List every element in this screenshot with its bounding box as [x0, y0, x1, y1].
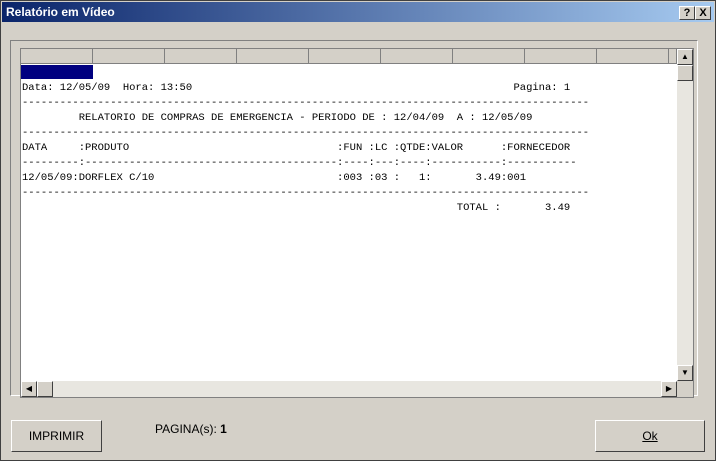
column-header-cell: [453, 49, 525, 64]
title-bar[interactable]: Relatório em Vídeo ? X: [2, 2, 714, 22]
column-header-cell: [237, 49, 309, 64]
selection-highlight: [21, 65, 93, 79]
horizontal-scroll-thumb[interactable]: [37, 381, 53, 397]
pages-label: PAGINA(s):: [155, 422, 217, 436]
report-line-separator: ----------------------------------------…: [22, 127, 590, 139]
ok-button[interactable]: Ok: [595, 420, 705, 452]
report-viewer[interactable]: Data: 12/05/09 Hora: 13:50 Pagina: 1 ---…: [20, 48, 694, 398]
column-header-cell: [597, 49, 669, 64]
column-header-cell: [93, 49, 165, 64]
column-header-cell: [165, 49, 237, 64]
help-button[interactable]: ?: [679, 6, 695, 20]
report-line-columns: DATA :PRODUTO :FUN :LC :QTDE:VALOR :FORN…: [22, 142, 571, 154]
report-line-separator: ---------:------------------------------…: [22, 157, 577, 169]
scroll-up-icon[interactable]: ▲: [677, 49, 693, 65]
scroll-down-icon[interactable]: ▼: [677, 365, 693, 381]
column-header-strip: [21, 49, 677, 65]
vertical-scrollbar[interactable]: ▲ ▼: [677, 49, 693, 381]
report-line-header: Data: 12/05/09 Hora: 13:50 Pagina: 1: [22, 82, 571, 94]
report-line-title: RELATORIO DE COMPRAS DE EMERGENCIA - PER…: [22, 112, 533, 124]
scroll-left-icon[interactable]: ◀: [21, 381, 37, 397]
report-line-separator: ----------------------------------------…: [22, 97, 590, 109]
close-button[interactable]: X: [695, 6, 711, 20]
vertical-scroll-thumb[interactable]: [677, 65, 693, 81]
column-header-cell: [669, 49, 677, 64]
column-header-cell: [309, 49, 381, 64]
scrollbar-corner: [677, 381, 693, 397]
report-line-total: TOTAL : 3.49: [22, 202, 571, 214]
pages-indicator: PAGINA(s): 1: [155, 422, 227, 436]
window-title: Relatório em Vídeo: [6, 5, 115, 19]
scroll-right-icon[interactable]: ▶: [661, 381, 677, 397]
report-line-separator: ----------------------------------------…: [22, 187, 590, 199]
column-header-cell: [21, 49, 93, 64]
column-header-cell: [381, 49, 453, 64]
horizontal-scrollbar[interactable]: ◀ ▶: [21, 381, 677, 397]
column-header-cell: [525, 49, 597, 64]
report-line-row: 12/05/09:DORFLEX C/10 :003 :03 : 1: 3.49…: [22, 172, 527, 184]
print-button[interactable]: IMPRIMIR: [11, 420, 102, 452]
pages-value: 1: [220, 422, 227, 436]
